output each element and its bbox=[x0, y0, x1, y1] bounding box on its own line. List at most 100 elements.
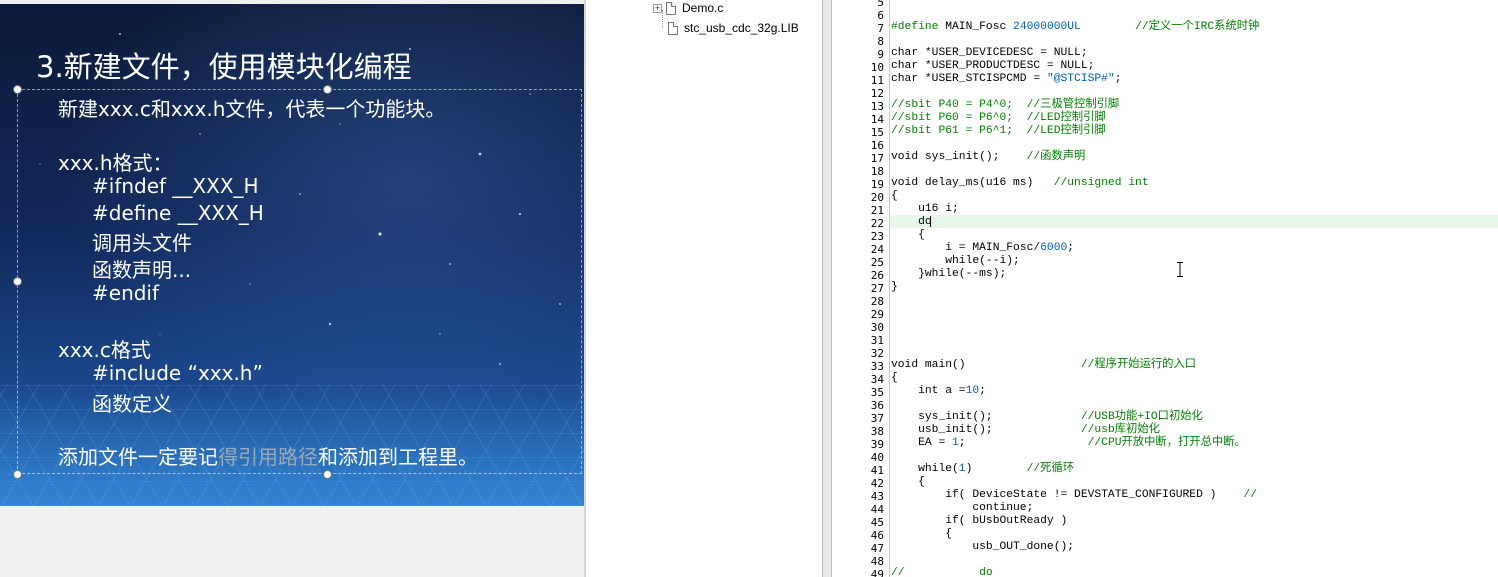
line-number: 41 bbox=[870, 464, 884, 477]
line-number: 48 bbox=[870, 555, 884, 568]
code-line-27[interactable]: } bbox=[891, 281, 898, 294]
code-line-34[interactable]: { bbox=[891, 372, 898, 385]
line-number: 23 bbox=[870, 230, 884, 243]
line-number: 10 bbox=[870, 61, 884, 74]
line-number: 18 bbox=[870, 165, 884, 178]
line-number: 47 bbox=[870, 542, 884, 555]
slide-text-footer: 添加文件一定要记得引用路径和添加到工程里。 bbox=[58, 441, 478, 470]
slide-text-h1: #ifndef __XXX_H bbox=[92, 174, 259, 198]
project-tree-panel: + Demo.c stc_usb_cdc_32g.LIB bbox=[586, 0, 822, 577]
line-number: 9 bbox=[877, 48, 884, 61]
line-number: 31 bbox=[870, 334, 884, 347]
code-line-35[interactable]: int a =10; bbox=[891, 385, 986, 398]
line-number: 21 bbox=[870, 204, 884, 217]
text-cursor-ibeam-icon bbox=[1177, 262, 1183, 277]
line-number: 13 bbox=[870, 100, 884, 113]
resize-handle-middle-left[interactable] bbox=[13, 277, 22, 286]
code-line-11[interactable]: char *USER_STCISPCMD = "@STCISP#"; bbox=[891, 73, 1122, 86]
line-number: 34 bbox=[870, 373, 884, 386]
code-line-9[interactable]: char *USER_DEVICEDESC = NULL; bbox=[891, 47, 1088, 60]
gutter-separator bbox=[889, 0, 890, 577]
code-line-21[interactable]: u16 i; bbox=[891, 203, 959, 216]
line-number: 8 bbox=[877, 35, 884, 48]
slide-title[interactable]: 3.新建文件，使用模块化编程 bbox=[36, 44, 412, 86]
line-number: 22 bbox=[870, 217, 884, 230]
code-line-26[interactable]: }while(--ms); bbox=[891, 268, 1006, 281]
slide-text-h5: #endif bbox=[92, 281, 160, 305]
line-number: 15 bbox=[870, 126, 884, 139]
code-line-7[interactable]: #define MAIN_Fosc 24000000UL //定义一个IRC系统… bbox=[891, 21, 1259, 34]
line-number: 29 bbox=[870, 308, 884, 321]
code-line-20[interactable]: { bbox=[891, 190, 898, 203]
line-number: 46 bbox=[870, 529, 884, 542]
line-number: 39 bbox=[870, 438, 884, 451]
line-number: 44 bbox=[870, 503, 884, 516]
slide-text-c1: #include “xxx.h” bbox=[92, 361, 263, 385]
line-number: 45 bbox=[870, 516, 884, 529]
line-number: 11 bbox=[870, 74, 884, 87]
line-number: 36 bbox=[870, 399, 884, 412]
code-line-23[interactable]: { bbox=[891, 229, 925, 242]
tree-item-lib[interactable]: stc_usb_cdc_32g.LIB bbox=[668, 19, 799, 37]
tree-item-label: stc_usb_cdc_32g.LIB bbox=[684, 21, 799, 35]
code-line-13[interactable]: //sbit P40 = P4^0; //三极管控制引脚 bbox=[891, 99, 1119, 112]
line-number: 26 bbox=[870, 269, 884, 282]
expand-plus-icon[interactable]: + bbox=[653, 3, 662, 13]
line-number: 30 bbox=[870, 321, 884, 334]
slide-text-h2: #define __XXX_H bbox=[92, 201, 264, 225]
code-line-15[interactable]: //sbit P61 = P6^1; //LED控制引脚 bbox=[891, 125, 1106, 138]
code-line-46[interactable]: { bbox=[891, 528, 952, 541]
code-line-22[interactable]: do bbox=[891, 216, 932, 229]
code-line-17[interactable]: void sys_init(); //函数声明 bbox=[891, 151, 1085, 164]
code-line-43[interactable]: if( DeviceState != DEVSTATE_CONFIGURED )… bbox=[891, 489, 1257, 502]
slide-text-intro: 新建xxx.c和xxx.h文件，代表一个功能块。 bbox=[58, 97, 446, 121]
line-number: 28 bbox=[870, 295, 884, 308]
code-line-37[interactable]: sys_init(); //USB功能+IO口初始化 bbox=[891, 411, 1203, 424]
line-number: 5 bbox=[877, 0, 884, 9]
resize-handle-bottom-middle[interactable] bbox=[323, 470, 332, 479]
line-number: 7 bbox=[877, 22, 884, 35]
code-line-39[interactable]: EA = 1; //CPU开放中断，打开总中断。 bbox=[891, 437, 1246, 450]
line-number: 33 bbox=[870, 360, 884, 373]
slide-text-c-heading: xxx.c格式 bbox=[58, 338, 151, 362]
line-number: 17 bbox=[870, 152, 884, 165]
slide-pane: 3.新建文件，使用模块化编程 新建xxx.c和xxx.h文件，代表一个功能块。 … bbox=[0, 0, 584, 577]
code-line-14[interactable]: //sbit P60 = P6^0; //LED控制引脚 bbox=[891, 112, 1106, 125]
current-line-highlight bbox=[889, 215, 1498, 228]
line-number: 43 bbox=[870, 490, 884, 503]
code-line-41[interactable]: while(1) //死循环 bbox=[891, 463, 1074, 476]
code-line-19[interactable]: void delay_ms(u16 ms) //unsigned int bbox=[891, 177, 1149, 190]
code-line-45[interactable]: if( bUsbOutReady ) bbox=[891, 515, 1067, 528]
slide-text-h3: 调用头文件 bbox=[92, 231, 192, 255]
line-number: 27 bbox=[870, 282, 884, 295]
code-line-42[interactable]: { bbox=[891, 476, 925, 489]
slide-text-footer-part3: 和添加到工程里。 bbox=[318, 445, 478, 469]
line-number: 12 bbox=[870, 87, 884, 100]
slide-canvas[interactable]: 3.新建文件，使用模块化编程 新建xxx.c和xxx.h文件，代表一个功能块。 … bbox=[0, 4, 584, 506]
c-file-icon bbox=[666, 1, 676, 15]
code-line-10[interactable]: char *USER_PRODUCTDESC = NULL; bbox=[891, 60, 1094, 73]
panel-splitter[interactable] bbox=[822, 0, 832, 577]
line-number-gutter: 5 6 7 8 9 10 11 12 13 14 15 16 17 18 19 20 21 22 23 24 25 26 2… bbox=[832, 0, 888, 577]
slide-text-footer-part1: 添加文件一定要记 bbox=[58, 445, 218, 469]
resize-handle-top-left[interactable] bbox=[13, 85, 22, 94]
line-number: 38 bbox=[870, 425, 884, 438]
code-line-44[interactable]: continue; bbox=[891, 502, 1033, 515]
code-line-25[interactable]: while(--i); bbox=[891, 255, 1020, 268]
code-line-49[interactable]: // do bbox=[891, 567, 993, 577]
tree-item-demo-c[interactable]: + Demo.c bbox=[653, 0, 723, 17]
code-line-24[interactable]: i = MAIN_Fosc/6000; bbox=[891, 242, 1074, 255]
slide-text-h4: 函数声明... bbox=[92, 258, 192, 282]
code-line-38[interactable]: usb_init(); //usb库初始化 bbox=[891, 424, 1160, 437]
line-number: 16 bbox=[870, 139, 884, 152]
line-number: 37 bbox=[870, 412, 884, 425]
code-editor[interactable]: 5 6 7 8 9 10 11 12 13 14 15 16 17 18 19 20 21 22 23 24 25 26 2… bbox=[832, 0, 1498, 577]
line-number: 24 bbox=[870, 243, 884, 256]
line-number: 19 bbox=[870, 178, 884, 191]
resize-handle-bottom-left[interactable] bbox=[13, 470, 22, 479]
code-line-33[interactable]: void main() //程序开始运行的入口 bbox=[891, 359, 1196, 372]
line-number: 35 bbox=[870, 386, 884, 399]
code-line-47[interactable]: usb_OUT_done(); bbox=[891, 541, 1074, 554]
line-number: 49 bbox=[870, 568, 884, 577]
slide-text-footer-highlight: 得引用路径 bbox=[218, 445, 318, 469]
